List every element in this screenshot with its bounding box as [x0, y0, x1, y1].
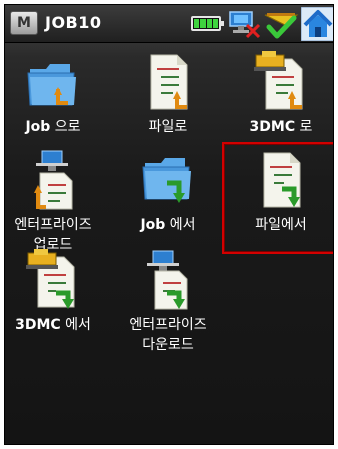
tile-label: 파일에서: [255, 217, 307, 233]
3dmc-export-icon: [26, 249, 75, 309]
tile-label: 엔터프라이즈 다운로드: [129, 317, 207, 353]
tile-from-job[interactable]: Job 에서: [118, 149, 218, 235]
title-bar: M JOB10: [5, 5, 333, 43]
tile-enterprise-download[interactable]: 엔터프라이즈 다운로드: [118, 249, 218, 355]
tile-label: Job 으로: [25, 119, 81, 135]
folder-import-icon: [27, 64, 76, 106]
battery-icon: [191, 16, 224, 31]
tile-label: 3DMC 에서: [15, 317, 91, 333]
network-icon[interactable]: [227, 9, 261, 39]
satellite-fix-icon[interactable]: [263, 9, 299, 41]
tile-from-file[interactable]: 파일에서: [231, 149, 331, 235]
3dmc-import-icon: [254, 51, 303, 110]
folder-export-icon: [142, 158, 191, 203]
file-export-icon: [263, 152, 301, 208]
tile-from-3dmc[interactable]: 3DMC 에서: [5, 249, 103, 335]
tile-enterprise-upload[interactable]: 엔터프라이즈 업로드: [5, 149, 103, 255]
app-window: M JOB10 Job 으로 파일로 3DMC 로 엔터프라이즈 업로드 Job…: [4, 4, 334, 445]
window-title: JOB10: [45, 13, 102, 32]
file-import-icon: [150, 54, 188, 110]
home-icon[interactable]: [301, 7, 334, 41]
enterprise-upload-icon: [34, 150, 73, 210]
tile-to-file[interactable]: 파일로: [118, 51, 218, 137]
tile-label: 파일로: [148, 119, 188, 135]
enterprise-download-icon: [147, 250, 188, 310]
tile-label: 3DMC 로: [249, 119, 313, 135]
tile-to-3dmc[interactable]: 3DMC 로: [231, 51, 331, 137]
tile-to-job[interactable]: Job 으로: [5, 51, 103, 137]
tile-label: Job 에서: [140, 217, 196, 233]
menu-button[interactable]: M: [10, 11, 38, 35]
